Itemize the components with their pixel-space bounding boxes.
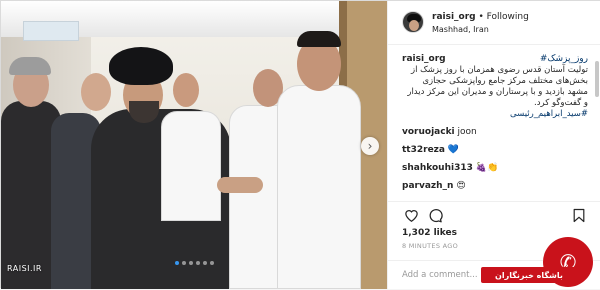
next-photo-button[interactable]: ›: [361, 137, 379, 155]
username-link[interactable]: raisi_org: [432, 12, 476, 22]
avatar[interactable]: [402, 11, 424, 33]
photo-watermark: RAISI.IR: [7, 264, 42, 273]
doctor-coat-1: [161, 111, 221, 221]
comment-username[interactable]: tt32reza: [402, 145, 445, 155]
likes-count[interactable]: 1,302 likes: [402, 228, 457, 238]
carousel-dot: [209, 261, 214, 265]
comment-item: shahkouhi313 🍇👏: [402, 162, 588, 174]
news-logo-label: باشگاه خبرنگاران: [481, 267, 577, 283]
avatar-face: [409, 20, 419, 31]
turban: [109, 47, 173, 85]
post-time: 8 MINUTES AGO: [402, 242, 459, 250]
carousel-indicator: [1, 261, 387, 265]
follow-separator: •: [475, 12, 487, 22]
carousel-dot: [202, 261, 207, 265]
news-logo-badge: ✆ باشگاه خبرنگاران: [461, 237, 600, 289]
comment-username[interactable]: voruojacki: [402, 127, 455, 137]
handshake: [217, 177, 263, 193]
carousel-dot: [195, 261, 200, 265]
caption: raisi_org #روز_پزشک تولیت آستان قدس رضوی…: [402, 53, 588, 120]
comment-text: 💙: [447, 145, 460, 155]
location-link[interactable]: Mashhad, Iran: [432, 25, 489, 34]
hair-left: [9, 57, 51, 75]
comment-text: 🍇👏: [475, 163, 499, 173]
comment-username[interactable]: shahkouhi313: [402, 163, 473, 173]
comment-text: joon: [457, 127, 477, 137]
carousel-dot: [188, 261, 193, 265]
instagram-post: › RAISI.IR raisi_org • Following Mashhad…: [0, 0, 600, 289]
face-doctor-1: [173, 73, 199, 107]
comment-username[interactable]: parvazh_n: [402, 181, 453, 191]
post-photo[interactable]: › RAISI.IR: [1, 1, 387, 289]
header-username-row: raisi_org • Following: [432, 12, 529, 22]
post-header: raisi_org • Following Mashhad, Iran: [388, 1, 600, 45]
comments-list: raisi_org #روز_پزشک تولیت آستان قدس رضوی…: [402, 53, 588, 201]
comment-icon[interactable]: [426, 206, 444, 224]
comments-scrollbar[interactable]: [595, 61, 599, 97]
comment-item: tt32reza 💙: [402, 144, 588, 156]
caption-body: تولیت آستان قدس رضوی همزمان با روز پزشک …: [407, 65, 588, 108]
bookmark-icon[interactable]: [570, 206, 588, 224]
comment-text: 😍: [456, 181, 466, 191]
doctor-coat-3: [277, 85, 361, 289]
following-button[interactable]: Following: [487, 12, 529, 22]
hair-doctor-3: [297, 31, 341, 47]
caption-hashtag-top[interactable]: #روز_پزشک: [540, 53, 588, 65]
carousel-dot: [181, 261, 186, 265]
photo-ceiling-light: [23, 21, 79, 41]
heart-icon[interactable]: [402, 206, 420, 224]
face-second: [81, 73, 111, 111]
comment-item: voruojacki joon: [402, 126, 588, 138]
comment-item: parvazh_n 😍: [402, 180, 588, 192]
action-icons: [402, 206, 588, 226]
caption-username[interactable]: raisi_org: [402, 54, 446, 64]
caption-hashtag-bottom[interactable]: #سید_ابراهیم_رئیسی: [402, 109, 588, 120]
carousel-dot: [174, 261, 179, 265]
